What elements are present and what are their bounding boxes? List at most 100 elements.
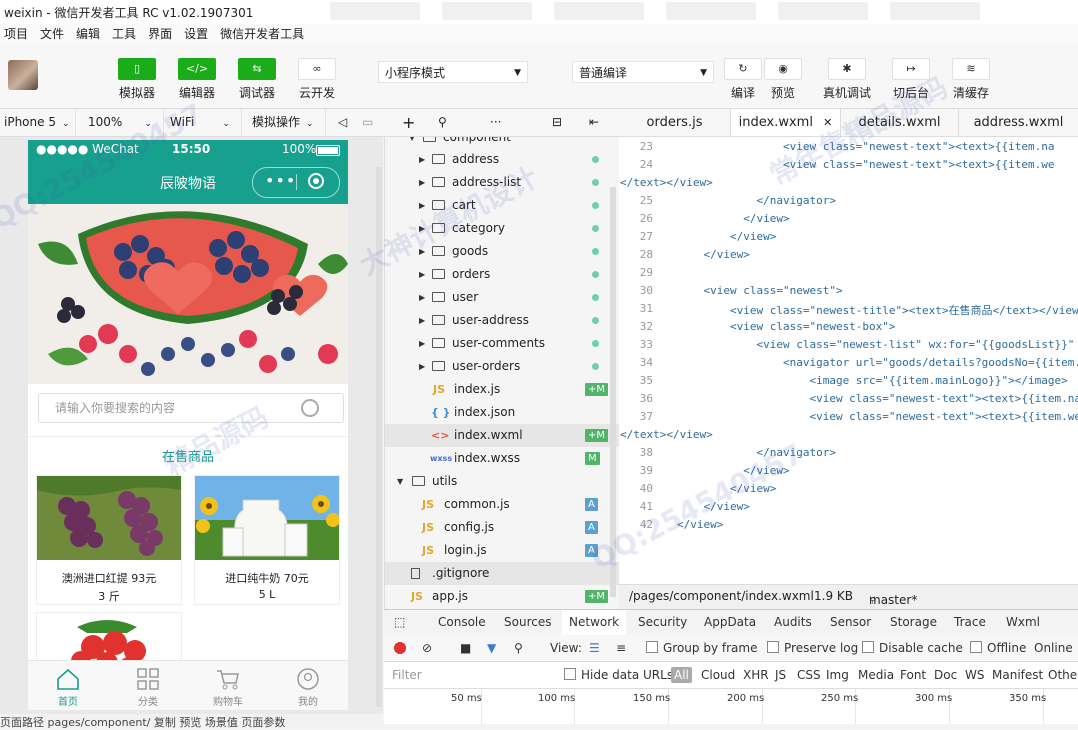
tree-file[interactable]: .gitignore [385, 562, 619, 585]
menu-item-file[interactable]: 文件 [40, 24, 64, 44]
tab-sensor[interactable]: Sensor [830, 610, 871, 635]
tree-folder[interactable]: ▶ category [385, 217, 619, 240]
tree-file[interactable]: JS login.js A [385, 539, 619, 562]
waterfall-view-icon[interactable]: ≡ [616, 635, 626, 661]
menu-item-edit[interactable]: 编辑 [76, 24, 100, 44]
tree-folder[interactable]: ▶ user-address [385, 309, 619, 332]
tab-wxml[interactable]: Wxml [1006, 610, 1040, 635]
type-other[interactable]: Other [1048, 662, 1078, 688]
close-target-icon[interactable] [308, 173, 324, 189]
menu-item-tools[interactable]: 工具 [112, 24, 136, 44]
type-manifest[interactable]: Manifest [992, 662, 1043, 688]
type-font[interactable]: Font [900, 662, 926, 688]
tree-folder[interactable]: ▶ goods [385, 240, 619, 263]
mode-select[interactable]: 小程序模式 ▼ [378, 61, 528, 83]
camera-icon[interactable]: ■ [460, 635, 471, 661]
clear-icon[interactable]: ⊘ [422, 635, 432, 661]
preview-button[interactable]: ◉ 预览 [753, 58, 813, 101]
disable-cache-checkbox[interactable]: Disable cache [862, 635, 963, 661]
scrollbar[interactable] [376, 167, 382, 707]
tree-folder[interactable]: ▶ cart [385, 194, 619, 217]
type-all[interactable]: All [671, 667, 692, 683]
volume-icon[interactable]: ◁ [334, 109, 354, 136]
clear-cache-button[interactable]: ≋ 清缓存 [941, 58, 1001, 101]
debugger-button[interactable]: ⇆ 调试器 [227, 58, 287, 101]
editor-tab-details[interactable]: details.wxml [841, 109, 959, 136]
tree-folder[interactable]: ▶ user-orders [385, 355, 619, 378]
menu-item-settings[interactable]: 设置 [184, 24, 208, 44]
menu-item-view[interactable]: 界面 [148, 24, 172, 44]
product-card[interactable]: 澳洲进口红提 93元 3 斤 [36, 475, 182, 605]
tab-category[interactable]: 分类 [108, 661, 188, 708]
editor-tab-orders[interactable]: orders.js [619, 109, 731, 136]
search-icon[interactable]: ⚲ [514, 635, 523, 661]
collapse-icon[interactable]: ⊟ [548, 109, 570, 136]
type-doc[interactable]: Doc [934, 662, 957, 688]
search-icon[interactable]: ⚲ [434, 109, 454, 136]
operation-select[interactable]: 模拟操作 ⌄ [248, 109, 326, 136]
tree-folder[interactable]: ▶ user-comments [385, 332, 619, 355]
background-button[interactable]: ↦ 切后台 [881, 58, 941, 101]
hide-data-urls-checkbox[interactable]: Hide data URLs [564, 662, 673, 688]
more-dots-icon[interactable]: ••• [265, 171, 296, 190]
record-icon[interactable] [394, 642, 406, 654]
tab-storage[interactable]: Storage [890, 610, 937, 635]
tree-file-selected[interactable]: <> index.wxml +M [385, 424, 619, 447]
search-icon[interactable] [301, 399, 319, 417]
device-select[interactable]: iPhone 5 ⌄ [0, 109, 76, 136]
list-view-icon[interactable]: ☰ [589, 635, 600, 661]
close-icon[interactable]: ✕ [823, 116, 832, 129]
remote-debug-button[interactable]: ✱ 真机调试 [817, 58, 877, 101]
type-xhr[interactable]: XHR [743, 662, 769, 688]
tree-file[interactable]: JS index.js +M [385, 378, 619, 401]
tab-security[interactable]: Security [638, 610, 687, 635]
devtools-cursor-icon[interactable]: ⬚ [394, 610, 405, 635]
menu-item-project[interactable]: 项目 [4, 24, 28, 44]
editor-tab-index-wxml[interactable]: index.wxml ✕ [731, 109, 841, 136]
product-card[interactable]: 进口纯牛奶 70元 5 L [194, 475, 340, 605]
tree-folder-utils[interactable]: ▼ utils [385, 470, 619, 493]
search-input[interactable]: 请输入你要搜索的内容 [38, 393, 344, 423]
scrollbar[interactable] [610, 187, 616, 597]
preserve-log-checkbox[interactable]: Preserve log [767, 635, 858, 661]
tab-cart[interactable]: 购物车 [188, 661, 268, 708]
type-ws[interactable]: WS [965, 662, 984, 688]
tree-folder[interactable]: ▶ address-list [385, 171, 619, 194]
tree-file[interactable]: wxss index.wxss M [385, 447, 619, 470]
editor-button[interactable]: </> 编辑器 [167, 58, 227, 101]
type-css[interactable]: CSS [797, 662, 821, 688]
capsule-menu[interactable]: ••• [252, 167, 340, 198]
filter-icon[interactable]: ▼ [487, 635, 496, 661]
tab-sources[interactable]: Sources [504, 610, 551, 635]
filter-input[interactable]: Filter [392, 662, 422, 688]
throttle-select[interactable]: Online [1034, 635, 1073, 661]
tab-home[interactable]: 首页 [28, 661, 108, 708]
avatar[interactable] [8, 60, 38, 90]
tree-folder[interactable]: ▶ user [385, 286, 619, 309]
tab-appdata[interactable]: AppData [704, 610, 756, 635]
tab-console[interactable]: Console [438, 610, 486, 635]
tree-file[interactable]: { } index.json [385, 401, 619, 424]
tree-file[interactable]: JS app.js +M [385, 585, 619, 608]
offline-checkbox[interactable]: Offline [970, 635, 1026, 661]
zoom-select[interactable]: 100% ⌄ [84, 109, 164, 136]
type-media[interactable]: Media [858, 662, 894, 688]
add-icon[interactable]: + [398, 109, 418, 136]
tree-folder[interactable]: ▶ address [385, 148, 619, 171]
tab-audits[interactable]: Audits [774, 610, 812, 635]
type-js[interactable]: JS [775, 662, 786, 688]
window-icon[interactable]: ▭ [358, 109, 380, 136]
network-select[interactable]: WiFi ⌄ [166, 109, 242, 136]
simulator-button[interactable]: ▯ 模拟器 [107, 58, 167, 101]
tab-mine[interactable]: 我的 [268, 661, 348, 708]
menu-item-devtools[interactable]: 微信开发者工具 [220, 24, 304, 44]
more-icon[interactable]: ··· [486, 109, 506, 136]
code-editor[interactable]: 23 <view class="newest-text"><text>{{ite… [619, 137, 1078, 584]
type-img[interactable]: Img [826, 662, 849, 688]
tree-file[interactable]: JS config.js A [385, 516, 619, 539]
group-by-frame-checkbox[interactable]: Group by frame [646, 635, 757, 661]
compile-mode-select[interactable]: 普通编译 ▼ [572, 61, 714, 83]
editor-tab-address[interactable]: address.wxml [959, 109, 1078, 136]
tab-trace[interactable]: Trace [954, 610, 986, 635]
tree-folder[interactable]: ▶ orders [385, 263, 619, 286]
